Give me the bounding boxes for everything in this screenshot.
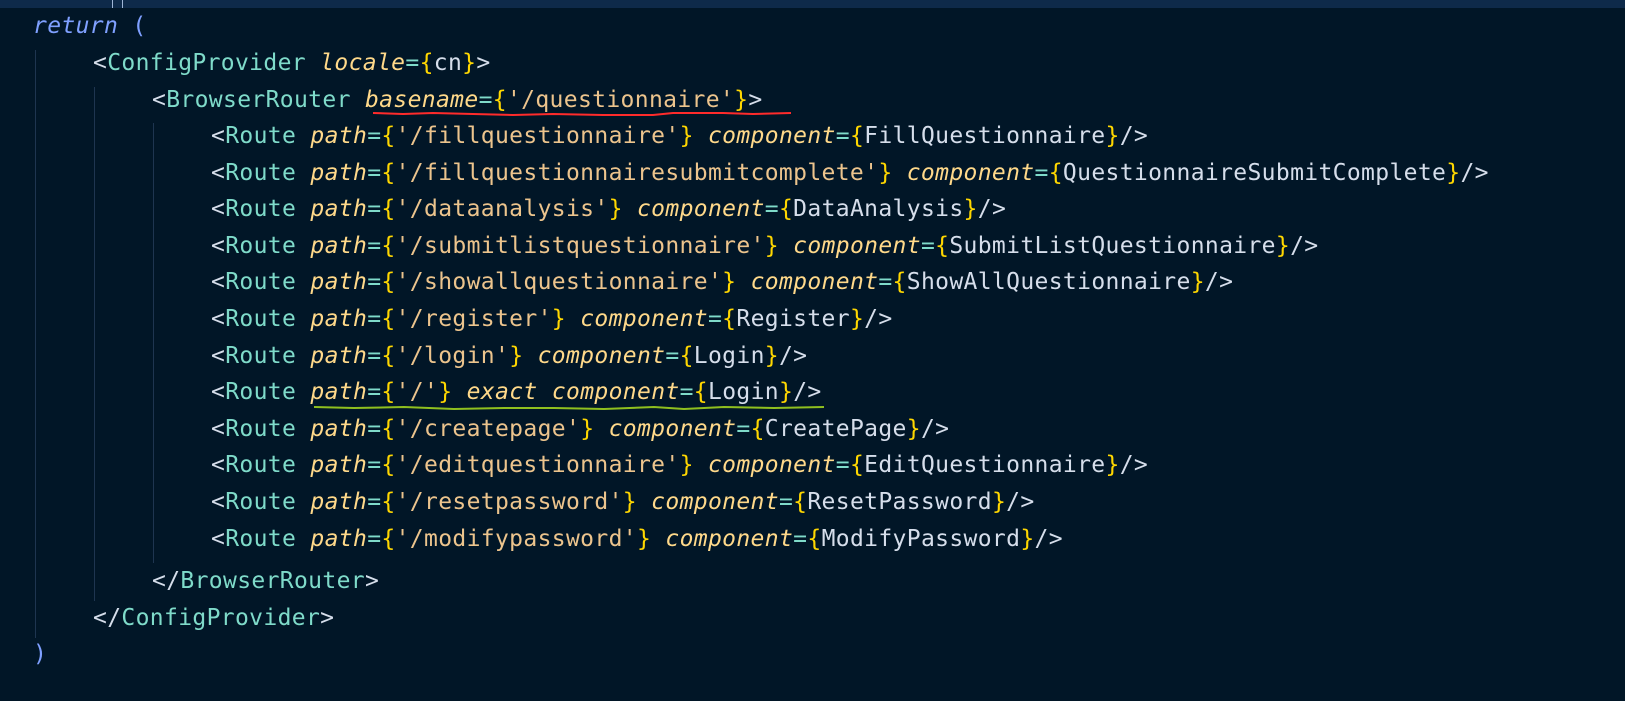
locale-value: cn xyxy=(433,50,463,76)
path-attr: path xyxy=(310,306,368,332)
component-attr: component xyxy=(707,123,836,149)
route-tag: Route xyxy=(225,379,297,406)
component-attr: component xyxy=(793,232,921,259)
route-tag: Route xyxy=(225,196,297,223)
route-component-value: EditQuestionnaire xyxy=(864,452,1106,479)
route-component-value: ModifyPassword xyxy=(821,525,1021,552)
browser-router-close-tag: BrowserRouter xyxy=(180,568,365,594)
route-path-value: '/modifypassword' xyxy=(395,525,637,552)
indent-guide xyxy=(35,50,36,638)
code-line-return: return ( xyxy=(33,8,147,45)
component-attr: component xyxy=(651,489,779,515)
route-tag: Route xyxy=(225,452,297,479)
route-tag: Route xyxy=(225,269,297,296)
route-path-value: '/resetpassword' xyxy=(395,489,623,515)
indent-guide xyxy=(153,123,154,563)
route-path-value: '/' xyxy=(395,379,439,406)
route-component-value: Register xyxy=(736,306,850,332)
component-attr: component xyxy=(665,525,794,552)
route-tag: Route xyxy=(225,525,297,552)
path-attr: path xyxy=(310,159,368,186)
indent-guide xyxy=(94,87,95,601)
route-path-value: '/dataanalysis' xyxy=(395,196,609,223)
component-attr: component xyxy=(636,196,765,223)
code-editor[interactable]: return ( <ConfigProvider locale={cn}> <B… xyxy=(0,8,1625,701)
path-attr: path xyxy=(310,489,368,515)
route-tag: Route xyxy=(225,489,297,515)
return-keyword: return xyxy=(33,13,119,39)
route-tag: Route xyxy=(225,159,297,186)
component-attr: component xyxy=(707,452,836,479)
route-component-value: ShowAllQuestionnaire xyxy=(906,269,1191,296)
route-component-value: Login xyxy=(708,379,779,406)
code-line-close-paren: ) xyxy=(33,636,47,673)
basename-attr: basename xyxy=(364,87,479,113)
path-attr: path xyxy=(310,269,368,296)
route-path-value: '/editquestionnaire' xyxy=(395,452,680,479)
code-line-browserrouter-close: </BrowserRouter> xyxy=(152,568,380,594)
component-attr: component xyxy=(750,269,879,296)
route-tag: Route xyxy=(225,342,297,369)
route-tag: Route xyxy=(225,123,297,149)
route-tag: Route xyxy=(225,306,297,332)
route-component-value: CreatePage xyxy=(764,415,907,442)
component-attr: component xyxy=(906,159,1035,186)
route-component-value: QuestionnaireSubmitComplete xyxy=(1062,159,1447,186)
route-tag: Route xyxy=(225,415,297,442)
fold-marker xyxy=(112,0,123,8)
code-line-configprovider-open: <ConfigProvider locale={cn}> xyxy=(93,50,491,76)
code-line-route: <Route path={'/editquestionnaire'} compo… xyxy=(211,452,1149,479)
code-line-route: <Route path={'/register'} component={Reg… xyxy=(211,306,893,332)
open-paren: ( xyxy=(132,13,147,39)
route-path-value: '/fillquestionnairesubmitcomplete' xyxy=(395,159,879,186)
path-attr: path xyxy=(310,452,368,479)
component-attr: component xyxy=(551,379,680,406)
route-component-value: SubmitListQuestionnaire xyxy=(949,232,1276,259)
code-line-route: <Route path={'/fillquestionnairesubmitco… xyxy=(211,159,1489,186)
config-provider-close-tag: ConfigProvider xyxy=(121,605,321,631)
basename-value: '/questionnaire' xyxy=(506,87,735,113)
path-attr: path xyxy=(310,232,368,259)
path-attr: path xyxy=(310,342,368,369)
route-component-value: DataAnalysis xyxy=(793,196,964,223)
route-path-value: '/fillquestionnaire' xyxy=(395,123,680,149)
locale-attr: locale xyxy=(320,50,406,76)
route-path-value: '/register' xyxy=(395,306,552,332)
route-tag: Route xyxy=(225,232,297,259)
code-line-route: <Route path={'/createpage'} component={C… xyxy=(211,415,950,442)
route-path-value: '/submitlistquestionnaire' xyxy=(395,232,765,259)
browser-router-tag: BrowserRouter xyxy=(166,87,351,113)
exact-attr: exact xyxy=(466,379,538,406)
component-attr: component xyxy=(580,306,708,332)
component-attr: component xyxy=(537,342,666,369)
path-attr: path xyxy=(310,379,368,406)
code-line-route: <Route path={'/resetpassword'} component… xyxy=(211,489,1035,515)
route-path-value: '/showallquestionnaire' xyxy=(395,269,723,296)
code-line-route: <Route path={'/showallquestionnaire'} co… xyxy=(211,269,1234,296)
path-attr: path xyxy=(310,415,368,442)
route-component-value: Login xyxy=(693,342,765,369)
path-attr: path xyxy=(310,525,368,552)
warning-squiggle xyxy=(314,405,825,411)
component-attr: component xyxy=(608,415,737,442)
route-path-value: '/createpage' xyxy=(395,415,581,442)
code-line-route: <Route path={'/fillquestionnaire'} compo… xyxy=(211,123,1149,149)
code-line-route: <Route path={'/modifypassword'} componen… xyxy=(211,525,1063,552)
code-line-route: <Route path={'/submitlistquestionnaire'}… xyxy=(211,232,1319,259)
close-paren: ) xyxy=(33,641,48,667)
code-line-configprovider-close: </ConfigProvider> xyxy=(93,605,335,631)
code-line-route: <Route path={'/dataanalysis'} component=… xyxy=(211,196,1007,223)
code-line-route: <Route path={'/login'} component={Login}… xyxy=(211,342,808,369)
route-component-value: FillQuestionnaire xyxy=(864,123,1106,149)
path-attr: path xyxy=(310,196,368,223)
path-attr: path xyxy=(310,123,368,149)
editor-top-bar xyxy=(0,0,1625,8)
config-provider-tag: ConfigProvider xyxy=(107,50,306,76)
error-squiggle xyxy=(373,111,792,117)
route-component-value: ResetPassword xyxy=(807,489,992,515)
route-path-value: '/login' xyxy=(395,342,510,369)
